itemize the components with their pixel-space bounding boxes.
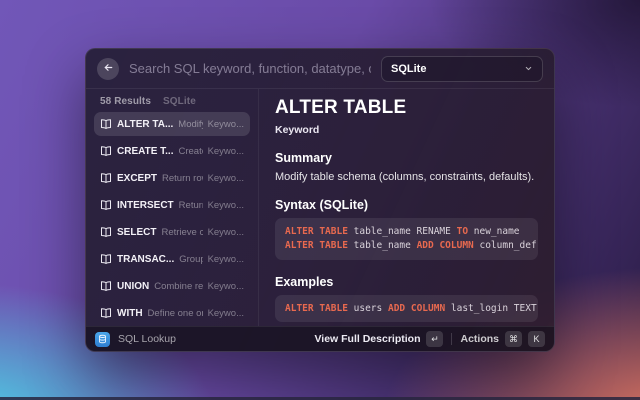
list-item-subtitle: Create a... [178,146,202,157]
main-content: 58 Results SQLite ALTER TA... Modify ta.… [86,89,554,326]
list-item-subtitle: Return ro... [179,200,203,211]
list-item[interactable]: SELECT Retrieve colu... Keywo... [94,220,250,244]
list-item-subtitle: Modify ta... [178,119,202,130]
detail-type-label: Keyword [275,124,538,136]
detail-sections: Summary Modify table schema (columns, co… [275,151,538,326]
database-icon [95,332,110,347]
list-item-title: WITH [117,308,143,319]
footer-bar: SQL Lookup View Full Description ↵ Actio… [86,326,554,351]
list-item[interactable]: EXCEPT Return rows f... Keywo... [94,166,250,190]
list-item-title: UNION [117,281,149,292]
list-item-accessory: Keywo... [208,308,244,319]
list-item-accessory: Keywo... [208,200,244,211]
book-icon [100,226,112,238]
list-item-title: ALTER TA... [117,119,173,130]
view-full-description-button[interactable]: View Full Description ↵ [314,331,443,347]
list-item-subtitle: Combine resul... [154,281,202,292]
section-heading: Summary [275,151,538,165]
list-item-accessory: Keywo... [208,254,244,265]
desktop-background: SQLite 58 Results SQLite ALTER TA... Mod… [0,0,640,400]
detail-title: ALTER TABLE [275,97,538,119]
list-item-subtitle: Group st... [179,254,202,265]
book-icon [100,199,112,211]
return-key-icon: ↵ [426,331,443,347]
list-item-title: SELECT [117,227,156,238]
detail-section: Syntax (SQLite) ALTER TABLE table_name R… [275,198,538,260]
engine-dropdown-value: SQLite [391,63,426,75]
results-list: ALTER TA... Modify ta... Keywo... CREATE… [94,112,250,326]
search-input[interactable] [129,61,371,76]
list-item-title: CREATE T... [117,146,173,157]
back-button[interactable] [97,58,119,80]
results-header: 58 Results SQLite [94,94,250,112]
book-icon [100,307,112,319]
k-key-icon: K [528,331,545,347]
section-body: Modify table schema (columns, constraint… [275,171,538,183]
list-item-accessory: Keywo... [208,173,244,184]
results-count: 58 Results [100,96,151,107]
section-heading: Examples [275,275,538,289]
detail-section: Examples ALTER TABLE users ADD COLUMN la… [275,275,538,323]
chevron-down-icon [524,64,533,73]
code-block: ALTER TABLE table_name RENAME TO new_nam… [275,218,538,260]
list-item-subtitle: Define one or m... [148,308,203,319]
list-item[interactable]: WITH Define one or m... Keywo... [94,301,250,325]
book-icon [100,172,112,184]
detail-panel: ALTER TABLE Keyword Summary Modify table… [259,89,554,326]
section-body: ALTER TABLE table_name RENAME TO new_nam… [275,218,538,260]
engine-dropdown[interactable]: SQLite [381,56,543,82]
list-item-accessory: Keywo... [208,146,244,157]
results-sidebar: 58 Results SQLite ALTER TA... Modify ta.… [86,89,259,326]
list-item[interactable]: ALTER TA... Modify ta... Keywo... [94,112,250,136]
footer-actions: View Full Description ↵ Actions ⌘ K [314,331,545,347]
sql-lookup-window: SQLite 58 Results SQLite ALTER TA... Mod… [85,48,555,352]
footer-divider [451,333,452,345]
section-text: Modify table schema (columns, constraint… [275,171,538,183]
book-icon [100,118,112,130]
app-name: SQL Lookup [118,333,176,345]
list-item-subtitle: Retrieve colu... [161,227,202,238]
list-item[interactable]: INTERSECT Return ro... Keywo... [94,193,250,217]
list-item-accessory: Keywo... [208,119,244,130]
code-block: ALTER TABLE users ADD COLUMN last_login … [275,295,538,323]
actions-button[interactable]: Actions ⌘ K [460,331,545,347]
command-key-icon: ⌘ [505,331,522,347]
list-item[interactable]: CREATE T... Create a... Keywo... [94,139,250,163]
detail-section: Summary Modify table schema (columns, co… [275,151,538,183]
view-full-description-label: View Full Description [314,333,420,345]
list-item-accessory: Keywo... [208,227,244,238]
section-body: ALTER TABLE users ADD COLUMN last_login … [275,295,538,323]
list-item-subtitle: Return rows f... [162,173,203,184]
list-item-title: TRANSAC... [117,254,174,265]
list-item-title: EXCEPT [117,173,157,184]
list-item[interactable]: UNION Combine resul... Keywo... [94,274,250,298]
search-bar: SQLite [86,49,554,89]
results-scope: SQLite [163,96,196,107]
list-item-accessory: Keywo... [208,281,244,292]
actions-label: Actions [460,333,499,345]
list-item[interactable]: TRANSAC... Group st... Keywo... [94,247,250,271]
section-heading: Syntax (SQLite) [275,198,538,212]
book-icon [100,145,112,157]
back-arrow-icon [103,62,114,75]
book-icon [100,253,112,265]
list-item-title: INTERSECT [117,200,174,211]
book-icon [100,280,112,292]
